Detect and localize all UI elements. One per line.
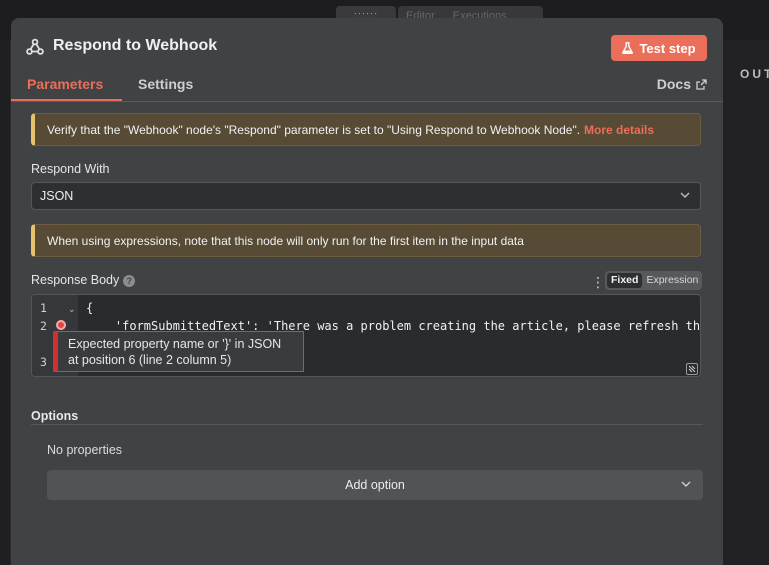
code-line: { [86, 301, 94, 315]
tab-parameters[interactable]: Parameters [27, 76, 103, 92]
chevron-down-icon [681, 481, 691, 487]
test-step-label: Test step [639, 40, 696, 56]
mode-expression[interactable]: Expression [642, 273, 702, 288]
docs-link[interactable]: Docs [657, 76, 707, 92]
webhook-respond-notice: Verify that the "Webhook" node's "Respon… [31, 113, 701, 146]
notice-text: Verify that the "Webhook" node's "Respon… [47, 122, 581, 137]
add-option-label: Add option [345, 478, 405, 492]
response-body-label-text: Response Body [31, 273, 120, 287]
canvas-left-strip [0, 40, 10, 565]
error-message: Expected property name or '}' in JSON [68, 337, 282, 351]
respond-with-select[interactable]: JSON [31, 182, 701, 210]
chevron-down-icon [680, 192, 690, 198]
panel-tabs: Parameters Settings Docs [11, 74, 723, 102]
external-link-icon [696, 78, 707, 90]
resize-icon [688, 365, 696, 373]
webhook-icon [26, 38, 44, 55]
fold-icon[interactable]: ⌄ [68, 304, 76, 315]
line-number: 2 [40, 319, 47, 333]
panel-header: Respond to Webhook Test step [11, 18, 723, 74]
test-step-button[interactable]: Test step [611, 35, 707, 61]
more-details-link[interactable]: More details [584, 123, 654, 137]
response-body-label: Response Body? [31, 273, 136, 287]
more-options-icon[interactable]: ⋮ [591, 275, 605, 289]
error-position: at position 6 (line 2 column 5) [68, 353, 232, 367]
error-marker-icon[interactable] [56, 320, 66, 330]
fixed-expression-toggle: Fixed Expression [605, 271, 702, 290]
line-number: 1 [40, 301, 47, 315]
active-tab-indicator [11, 99, 122, 101]
output-label: OUTPUT [740, 67, 769, 81]
tab-settings[interactable]: Settings [138, 76, 193, 92]
respond-with-value: JSON [40, 189, 74, 203]
json-error-tooltip: Expected property name or '}' in JSON at… [53, 331, 304, 372]
docs-label: Docs [656, 76, 691, 92]
editor-resize-handle[interactable] [686, 363, 698, 375]
respond-with-label: Respond With [31, 162, 110, 176]
help-icon[interactable]: ? [123, 274, 136, 287]
add-option-button[interactable]: Add option [47, 470, 703, 500]
expressions-notice: When using expressions, note that this n… [31, 224, 701, 257]
options-heading: Options [31, 409, 79, 423]
mode-fixed[interactable]: Fixed [607, 273, 643, 288]
expressions-notice-text: When using expressions, note that this n… [47, 233, 524, 248]
flask-icon [622, 42, 634, 54]
line-number: 3 [40, 355, 47, 369]
divider [31, 424, 703, 425]
node-title: Respond to Webhook [53, 37, 218, 54]
node-parameters-panel: Respond to Webhook Test step Parameters … [11, 18, 723, 565]
no-properties-text: No properties [47, 443, 123, 457]
output-panel [723, 40, 769, 565]
